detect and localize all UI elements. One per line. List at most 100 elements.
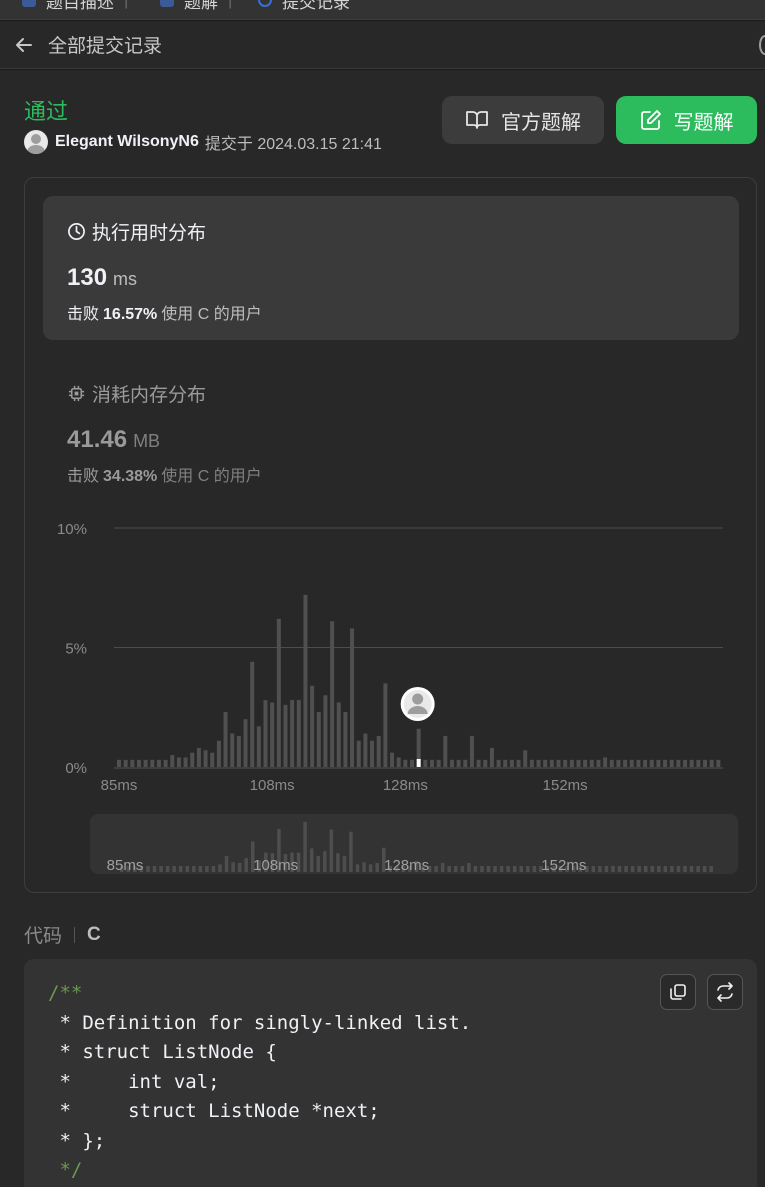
distribution-bar[interactable] <box>563 759 568 767</box>
avatar[interactable] <box>24 130 48 154</box>
distribution-bar[interactable] <box>576 759 581 767</box>
distribution-bar[interactable] <box>489 747 494 767</box>
distribution-bar[interactable] <box>463 759 468 767</box>
distribution-bar[interactable] <box>123 759 128 767</box>
distribution-bar[interactable] <box>683 759 688 767</box>
distribution-bar[interactable] <box>210 752 215 767</box>
distribution-bar[interactable] <box>190 752 195 767</box>
runtime-panel[interactable]: 执行用时分布 130 ms 击败 16.57% 使用 C 的用户 <box>43 196 739 340</box>
distribution-bar[interactable] <box>316 712 321 767</box>
distribution-bar[interactable] <box>609 759 614 767</box>
distribution-range-slider[interactable]: 85ms 108ms 128ms 152ms <box>90 814 738 874</box>
distribution-bar[interactable] <box>643 759 648 767</box>
copy-button[interactable] <box>660 974 696 1010</box>
distribution-bar[interactable] <box>649 759 654 767</box>
distribution-bar[interactable] <box>343 712 348 767</box>
distribution-bar[interactable] <box>669 759 674 767</box>
distribution-bar[interactable] <box>130 759 135 767</box>
distribution-bar[interactable] <box>516 759 521 767</box>
distribution-bar[interactable] <box>203 750 208 767</box>
distribution-bar[interactable] <box>283 704 288 767</box>
distribution-bar[interactable] <box>310 685 315 767</box>
distribution-bar[interactable] <box>363 733 368 767</box>
distribution-bar[interactable] <box>583 759 588 767</box>
distribution-bar[interactable] <box>429 759 434 767</box>
distribution-bar[interactable] <box>423 759 428 767</box>
distribution-bar[interactable] <box>703 759 708 767</box>
distribution-bar[interactable] <box>183 757 188 767</box>
refresh-icon[interactable] <box>759 35 765 55</box>
distribution-bar[interactable] <box>410 759 415 767</box>
distribution-bar[interactable] <box>589 759 594 767</box>
distribution-bar[interactable] <box>696 759 701 767</box>
tab-solutions[interactable]: 题解 | <box>160 0 232 12</box>
tab-submissions[interactable]: 提交记录 <box>258 0 350 12</box>
distribution-bar[interactable] <box>503 759 508 767</box>
distribution-bar[interactable] <box>689 759 694 767</box>
distribution-bar[interactable] <box>236 735 241 767</box>
distribution-bar[interactable] <box>296 700 301 767</box>
distribution-bar[interactable] <box>117 759 121 767</box>
distribution-bar[interactable] <box>483 759 488 767</box>
distribution-bar[interactable] <box>436 759 441 767</box>
distribution-bar[interactable] <box>529 759 534 767</box>
distribution-bar[interactable] <box>256 726 261 767</box>
distribution-bar[interactable] <box>543 759 548 767</box>
distribution-bar[interactable] <box>716 759 721 767</box>
distribution-bar[interactable] <box>276 618 281 767</box>
distribution-bar[interactable] <box>223 712 228 767</box>
distribution-bar[interactable] <box>496 759 501 767</box>
distribution-bar[interactable] <box>356 740 361 767</box>
distribution-bar[interactable] <box>336 702 341 767</box>
official-solution-button[interactable]: 官方题解 <box>442 96 604 144</box>
distribution-bar[interactable] <box>469 735 474 767</box>
distribution-bar[interactable] <box>603 757 608 767</box>
distribution-bar[interactable] <box>250 661 255 767</box>
distribution-bar[interactable] <box>196 747 201 767</box>
toggle-editor-button[interactable] <box>707 974 743 1010</box>
distribution-bar[interactable] <box>330 621 335 767</box>
distribution-bar[interactable] <box>350 628 355 767</box>
distribution-bar[interactable] <box>396 757 401 767</box>
distribution-bar[interactable] <box>170 755 175 767</box>
distribution-bar[interactable] <box>676 759 681 767</box>
distribution-bar[interactable] <box>616 759 621 767</box>
runtime-distribution-chart[interactable]: 10% 5% 0% 85ms 108ms 128ms 152ms <box>25 498 758 798</box>
distribution-bar[interactable] <box>569 759 574 767</box>
distribution-bar[interactable] <box>143 759 148 767</box>
distribution-bar[interactable] <box>136 759 141 767</box>
distribution-bar[interactable] <box>476 759 481 767</box>
distribution-bar[interactable] <box>216 740 221 767</box>
distribution-bar[interactable] <box>176 757 181 767</box>
distribution-bar[interactable] <box>323 695 328 767</box>
distribution-bar[interactable] <box>523 750 528 767</box>
tab-description[interactable]: 题目描述 | <box>22 0 128 12</box>
distribution-bar[interactable] <box>370 740 375 767</box>
distribution-bar[interactable] <box>390 752 395 767</box>
distribution-bar[interactable] <box>656 759 661 767</box>
distribution-bar[interactable] <box>270 702 275 767</box>
distribution-bar[interactable] <box>156 759 161 767</box>
username-link[interactable]: Elegant WilsonyN6 <box>55 133 199 151</box>
distribution-bar[interactable] <box>536 759 541 767</box>
distribution-bar[interactable] <box>636 759 641 767</box>
distribution-bar[interactable] <box>556 759 561 767</box>
write-solution-button[interactable]: 写题解 <box>616 96 757 144</box>
distribution-bar[interactable] <box>290 700 295 767</box>
distribution-bar[interactable] <box>509 759 514 767</box>
back-button[interactable] <box>11 32 37 58</box>
distribution-bar[interactable] <box>456 759 461 767</box>
distribution-bar[interactable] <box>623 759 628 767</box>
current-submission-bar[interactable] <box>416 759 421 767</box>
distribution-bar[interactable] <box>449 759 454 767</box>
memory-panel[interactable]: 消耗内存分布 41.46 MB 击败 34.38% 使用 C 的用户 <box>43 368 739 498</box>
distribution-bar[interactable] <box>150 759 155 767</box>
distribution-bar[interactable] <box>403 759 408 767</box>
distribution-bar[interactable] <box>303 594 308 767</box>
distribution-bar[interactable] <box>596 759 601 767</box>
distribution-bar[interactable] <box>443 735 448 767</box>
distribution-bar[interactable] <box>230 733 235 767</box>
distribution-bar[interactable] <box>629 759 634 767</box>
distribution-bar[interactable] <box>709 759 714 767</box>
distribution-bar[interactable] <box>243 719 248 767</box>
